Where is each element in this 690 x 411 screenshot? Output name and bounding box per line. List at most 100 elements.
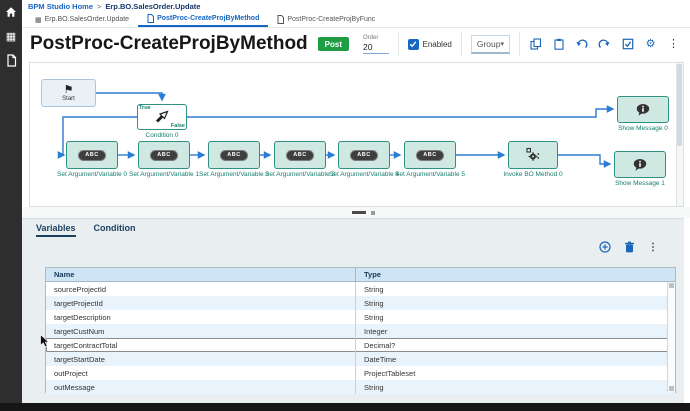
workflow-canvas[interactable]: ⚑ Start True False Condition 0 ABC Set A… — [29, 62, 684, 207]
more-kebab-icon[interactable]: ⋮ — [667, 38, 680, 51]
redo-icon[interactable] — [598, 38, 611, 51]
table-row-selected[interactable]: targetContractTotal Decimal? — [46, 338, 675, 352]
tab-postproc-createprojbymethod[interactable]: PostProc-CreateProjByMethod — [138, 12, 268, 27]
start-node-label: Start — [62, 96, 75, 102]
table-row[interactable]: targetProjectId String — [46, 296, 675, 310]
column-header-type[interactable]: Type — [356, 270, 675, 279]
cell-type[interactable]: String — [356, 299, 675, 308]
flow-connectors — [30, 63, 684, 207]
table-row[interactable]: outMessage String — [46, 380, 675, 394]
column-header-name[interactable]: Name — [46, 268, 356, 281]
chevron-down-icon: ▾ — [500, 40, 504, 48]
scroll-down-icon[interactable] — [669, 386, 674, 391]
breadcrumb-current: Erp.BO.SalesOrder.Update — [105, 2, 200, 11]
table-header-row: Name Type — [46, 268, 675, 282]
table-row[interactable]: targetStartDate DateTime — [46, 352, 675, 366]
apps-grid-icon[interactable]: ▦ — [0, 24, 22, 48]
validate-checkbox-icon[interactable] — [621, 38, 634, 51]
more-kebab-icon[interactable]: ⋮ — [648, 242, 658, 253]
table-row[interactable]: outProject ProjectTableset — [46, 366, 675, 380]
mouse-cursor — [40, 334, 50, 348]
group-dropdown[interactable]: Group ▾ — [471, 35, 510, 54]
show-message-0-node[interactable] — [617, 96, 669, 123]
table-row[interactable]: sourceProjectId String — [46, 282, 675, 296]
page-icon — [147, 14, 154, 23]
scroll-up-icon[interactable] — [669, 283, 674, 288]
add-variable-icon[interactable] — [599, 241, 611, 253]
cell-name[interactable]: targetDescription — [46, 310, 356, 324]
table-row[interactable]: targetDescription String — [46, 310, 675, 324]
set-variable-node-5[interactable]: ABC — [404, 141, 456, 169]
abc-badge-icon: ABC — [286, 150, 313, 161]
cell-name[interactable]: outProject — [46, 366, 356, 380]
divider — [461, 32, 462, 56]
abc-badge-icon: ABC — [220, 150, 247, 161]
paste-icon[interactable] — [552, 38, 565, 51]
copy-icon[interactable] — [529, 38, 542, 51]
breadcrumb-home-link[interactable]: BPM Studio Home — [28, 2, 93, 11]
main-area: BPM Studio Home > Erp.BO.SalesOrder.Upda… — [22, 0, 690, 411]
tab-salesorder-update[interactable]: ▦ Erp.BO.SalesOrder.Update — [26, 12, 138, 27]
set-variable-node-2[interactable]: ABC — [208, 141, 260, 169]
tab-label: Erp.BO.SalesOrder.Update — [45, 16, 129, 23]
enabled-label: Enabled — [423, 40, 452, 49]
bottom-panel: Variables Condition ⋮ Name Type sourcePr… — [22, 218, 684, 403]
cell-type[interactable]: String — [356, 313, 675, 322]
tab-postproc-createprojbyfunc[interactable]: PostProc-CreateProjByFunc — [268, 12, 384, 27]
tab-bar: ▦ Erp.BO.SalesOrder.Update PostProc-Crea… — [22, 13, 690, 28]
enabled-checkbox[interactable] — [408, 39, 419, 50]
table-scrollbar[interactable] — [667, 282, 675, 392]
order-input[interactable] — [363, 41, 388, 54]
enabled-control: Enabled — [408, 39, 452, 50]
invoke-method-icon — [525, 147, 541, 163]
abc-badge-icon: ABC — [150, 150, 177, 161]
show-message-1-node[interactable] — [614, 151, 666, 178]
grid-icon: ▦ — [35, 16, 42, 24]
cell-name[interactable]: targetCustNum — [46, 324, 356, 338]
abc-badge-icon: ABC — [78, 150, 105, 161]
cell-type[interactable]: Decimal? — [356, 341, 675, 350]
start-node[interactable]: ⚑ Start — [41, 79, 96, 107]
cell-type[interactable]: Integer — [356, 327, 675, 336]
cell-name[interactable]: targetProjectId — [46, 296, 356, 310]
cell-type[interactable]: DateTime — [356, 355, 675, 364]
invoke-bo-method-node[interactable] — [508, 141, 558, 169]
condition-true-label: True — [139, 105, 151, 111]
set-variable-node-3[interactable]: ABC — [274, 141, 326, 169]
document-icon[interactable] — [0, 48, 22, 72]
settings-gear-icon[interactable]: ⚙ — [644, 38, 657, 51]
set-variable-node-4[interactable]: ABC — [338, 141, 390, 169]
flag-icon: ⚑ — [64, 85, 74, 96]
set-variable-label-5: Set Argument/Variable 5 — [395, 171, 465, 178]
header-toolbar: ⚙ ⋮ — [529, 38, 680, 51]
cell-type[interactable]: ProjectTableset — [356, 369, 675, 378]
cell-type[interactable]: String — [356, 285, 675, 294]
home-icon[interactable] — [0, 0, 22, 24]
cell-name[interactable]: targetContractTotal — [46, 338, 356, 352]
set-variable-node-1[interactable]: ABC — [138, 141, 190, 169]
divider — [519, 32, 520, 56]
splitter-handle-icon[interactable] — [352, 211, 366, 214]
set-variable-node-0[interactable]: ABC — [66, 141, 118, 169]
cell-name[interactable]: outMessage — [46, 380, 356, 394]
canvas-scrollbar[interactable] — [676, 63, 683, 206]
set-variable-label-2: Set Argument/Variable 2 — [199, 171, 269, 178]
scrollbar-thumb[interactable] — [677, 64, 682, 146]
cell-name[interactable]: sourceProjectId — [46, 282, 356, 296]
condition-icon — [154, 110, 170, 124]
panel-tabs: Variables Condition — [36, 223, 136, 237]
cell-name[interactable]: targetStartDate — [46, 352, 356, 366]
tab-variables[interactable]: Variables — [36, 223, 76, 237]
group-dropdown-value: Group — [477, 39, 501, 49]
delete-trash-icon[interactable] — [624, 241, 635, 253]
tab-condition[interactable]: Condition — [94, 223, 136, 237]
bottom-edge-strip — [0, 403, 690, 411]
panel-splitter[interactable] — [22, 207, 690, 218]
condition-node[interactable]: True False — [137, 104, 187, 130]
undo-icon[interactable] — [575, 38, 588, 51]
condition-false-label: False — [171, 123, 185, 129]
table-row[interactable]: targetCustNum Integer — [46, 324, 675, 338]
cell-type[interactable]: String — [356, 383, 675, 392]
page-title: PostProc-CreateProjByMethod — [30, 33, 308, 55]
tab-label: PostProc-CreateProjByFunc — [287, 16, 375, 23]
